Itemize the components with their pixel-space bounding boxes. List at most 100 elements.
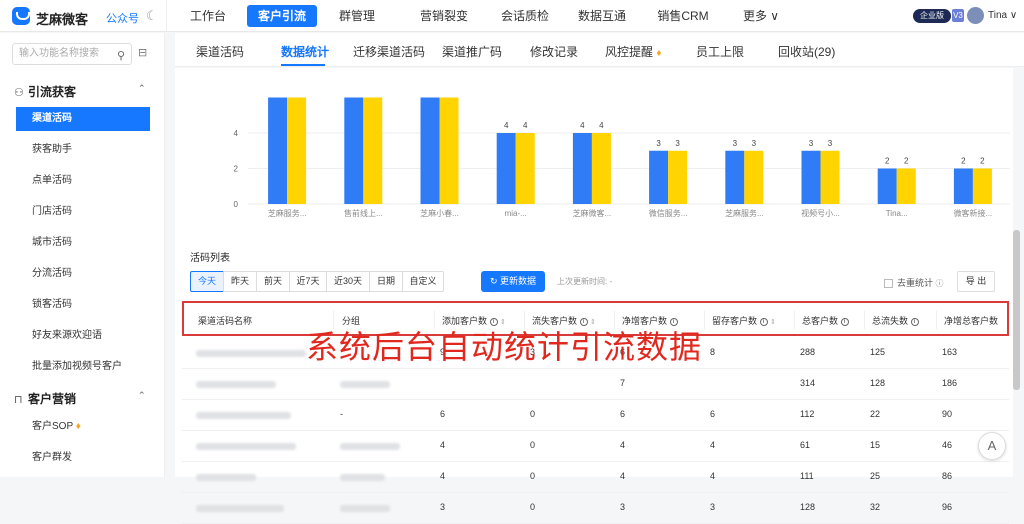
- bar: [649, 150, 669, 204]
- redacted-channel-name: [196, 505, 284, 512]
- bar-value-label: 2: [961, 157, 966, 166]
- th-retained[interactable]: 留存客户数 i ⇕: [712, 314, 776, 327]
- sidebar-item-channel-qr[interactable]: 渠道活码: [16, 107, 150, 131]
- sidebar: 输入功能名称搜索 ⚲ ⊟ ⚇ 引流获客 ⌃ 渠道活码 获客助手 点单活码 门店活码…: [0, 33, 165, 477]
- app-logo-icon: [12, 7, 30, 25]
- refresh-data-button[interactable]: ↻ 更新数据: [481, 271, 545, 292]
- bar-value-label: 4: [504, 121, 509, 130]
- bar: [572, 133, 592, 204]
- x-tick-label: 视频号小...: [801, 208, 840, 218]
- table-cell: 4: [620, 471, 626, 481]
- bar: [420, 97, 440, 204]
- nav-data-exchange[interactable]: 数据互通: [570, 0, 634, 32]
- x-tick-label: mia-...: [505, 209, 527, 218]
- nav-sales-crm[interactable]: 销售CRM: [652, 0, 714, 32]
- bar-value-label: 4: [523, 121, 528, 130]
- user-name[interactable]: Tina ∨: [988, 10, 1017, 21]
- table-cell: 61: [800, 440, 811, 450]
- sidebar-item-customer-broadcast[interactable]: 客户群发: [16, 446, 150, 470]
- sidebar-search-input[interactable]: 输入功能名称搜索 ⚲: [12, 43, 132, 65]
- table-cell: 163: [942, 347, 958, 357]
- tab-channel-qr[interactable]: 渠道活码: [196, 43, 244, 60]
- x-tick-label: 芝麻小春...: [420, 208, 459, 218]
- table-cell: 22: [870, 409, 881, 419]
- dark-mode-icon[interactable]: ☾: [146, 8, 158, 24]
- nav-marketing-fission[interactable]: 营销裂变: [412, 0, 476, 32]
- table-cell: 0: [530, 502, 536, 512]
- assistant-float-button[interactable]: A: [978, 432, 1006, 460]
- filter-day-before[interactable]: 前天: [256, 271, 290, 292]
- tab-staff-limit[interactable]: 员工上限: [696, 43, 744, 60]
- x-tick-label: 芝麻微客...: [573, 208, 612, 218]
- table-cell: 25: [870, 471, 881, 481]
- table-cell: 6: [710, 409, 716, 419]
- bar-value-label: 2: [980, 157, 985, 166]
- bar: [363, 97, 383, 204]
- chevron-up-icon: ⌃: [138, 83, 146, 93]
- filter-yesterday[interactable]: 昨天: [223, 271, 257, 292]
- export-button[interactable]: 导 出: [957, 271, 995, 292]
- table-cell: 4: [440, 471, 446, 481]
- table-cell: 4: [710, 440, 716, 450]
- sub-tabs: 渠道活码 数据统计 迁移渠道活码 渠道推广码 修改记录 风控提醒 ♦ 员工上限 …: [175, 33, 1024, 67]
- bar-value-label: 3: [828, 139, 833, 148]
- redacted-group-name: [340, 505, 390, 512]
- nav-workbench[interactable]: 工作台: [180, 0, 236, 32]
- search-icon[interactable]: ⚲: [117, 46, 125, 66]
- sidebar-item-city-qr[interactable]: 城市活码: [16, 231, 150, 255]
- table-cell: 3: [440, 502, 446, 512]
- table-cell: 0: [530, 440, 536, 450]
- gzh-link[interactable]: 公众号: [106, 10, 139, 26]
- filter-7days[interactable]: 近7天: [289, 271, 327, 292]
- tab-change-log[interactable]: 修改记录: [530, 43, 578, 60]
- info-icon: i: [840, 317, 849, 326]
- tab-data-statistics[interactable]: 数据统计: [281, 43, 329, 60]
- x-tick-label: Tina...: [886, 209, 908, 218]
- sidebar-group-acquisition[interactable]: ⚇ 引流获客 ⌃: [14, 83, 150, 100]
- dedup-checkbox[interactable]: 去重统计 ⓘ: [884, 276, 944, 289]
- bar: [439, 97, 459, 204]
- filter-custom[interactable]: 自定义: [402, 271, 444, 292]
- sidebar-layout-icon[interactable]: ⊟: [138, 46, 147, 59]
- sidebar-item-store-qr[interactable]: 门店活码: [16, 200, 150, 224]
- sidebar-item-customer-sop[interactable]: 客户SOP ♦: [16, 415, 150, 439]
- sidebar-item-acquisition-assistant[interactable]: 获客助手: [16, 138, 150, 162]
- nav-session-qc[interactable]: 会话质检: [493, 0, 557, 32]
- diamond-icon: ♦: [656, 48, 662, 59]
- checkbox-icon[interactable]: [884, 279, 893, 289]
- tab-migrate-qr[interactable]: 迁移渠道活码: [353, 43, 425, 60]
- table-cell: 3: [710, 502, 716, 512]
- table-cell: 8: [710, 347, 716, 357]
- table-cell: 288: [800, 347, 816, 357]
- bar-value-label: 3: [733, 139, 738, 148]
- bar: [725, 150, 745, 204]
- scrollbar[interactable]: [1013, 230, 1020, 390]
- sort-icon[interactable]: ⇕: [770, 319, 776, 326]
- tab-promo-code[interactable]: 渠道推广码: [442, 43, 502, 60]
- bar: [496, 133, 516, 204]
- divider: [166, 0, 167, 32]
- sidebar-item-video-customers[interactable]: 批量添加视频号客户: [16, 355, 150, 379]
- tab-recycle-bin[interactable]: 回收站(29): [778, 43, 835, 60]
- nav-group-management[interactable]: 群管理: [328, 0, 386, 32]
- tab-risk-alert[interactable]: 风控提醒 ♦: [605, 43, 661, 60]
- sidebar-item-single-qr[interactable]: 点单活码: [16, 169, 150, 193]
- table-cell: 6: [440, 409, 446, 419]
- bar: [591, 133, 611, 204]
- enterprise-badge: 企业版: [913, 9, 951, 23]
- chevron-up-icon: ⌃: [138, 390, 146, 400]
- user-avatar[interactable]: [967, 7, 984, 24]
- sidebar-item-lock-qr[interactable]: 锁客活码: [16, 293, 150, 317]
- sidebar-item-split-qr[interactable]: 分流活码: [16, 262, 150, 286]
- active-tab-indicator: [281, 64, 325, 66]
- info-icon: i: [910, 317, 919, 326]
- sidebar-item-welcome-msg[interactable]: 好友来源欢迎语: [16, 324, 150, 348]
- sidebar-group-marketing[interactable]: ⊓ 客户营销 ⌃: [14, 390, 150, 407]
- filter-date[interactable]: 日期: [369, 271, 403, 292]
- table-cell: 186: [942, 378, 958, 388]
- filter-today[interactable]: 今天: [190, 271, 224, 292]
- nav-more[interactable]: 更多 ∨: [736, 0, 786, 32]
- filter-30days[interactable]: 近30天: [326, 271, 370, 292]
- nav-customer-acquisition[interactable]: 客户引流: [247, 5, 317, 27]
- bar: [344, 97, 364, 204]
